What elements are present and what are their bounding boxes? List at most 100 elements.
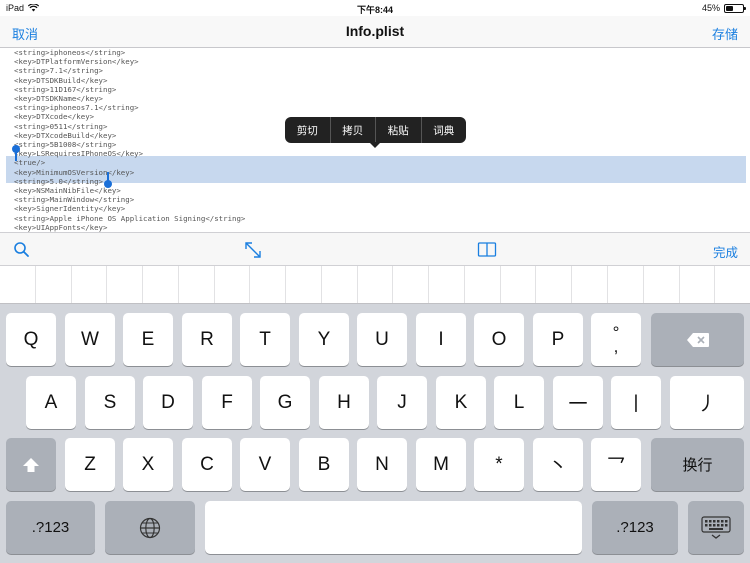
shift-arrow-icon	[23, 457, 39, 472]
candidate-slot[interactable]	[322, 266, 358, 303]
backspace-key[interactable]	[651, 313, 744, 366]
space-bar[interactable]	[205, 501, 582, 554]
key-stroke-pie[interactable]: 丿	[670, 376, 744, 429]
candidate-slot[interactable]	[36, 266, 72, 303]
copy-menu-item[interactable]: 拷贝	[331, 117, 376, 143]
key-degree-comma[interactable]: ° ,	[591, 313, 641, 366]
code-line: <string>5.0</string>	[14, 176, 103, 186]
key-d[interactable]: D	[143, 376, 193, 429]
keyboard: Q W E R T Y U I O P ° , A S D F G H J K …	[0, 304, 750, 563]
code-line: <key>DTSDKName</key>	[14, 94, 103, 103]
key-l[interactable]: L	[494, 376, 544, 429]
key-stroke-shu[interactable]: 丨	[611, 376, 661, 429]
candidate-slot[interactable]	[215, 266, 251, 303]
selection-end-handle[interactable]	[104, 172, 112, 188]
key-y[interactable]: Y	[299, 313, 349, 366]
key-o[interactable]: O	[474, 313, 524, 366]
search-icon[interactable]	[12, 240, 32, 260]
candidate-slot[interactable]	[179, 266, 215, 303]
key-w[interactable]: W	[65, 313, 115, 366]
battery-percent: 45%	[701, 3, 720, 13]
status-bar: iPad 下午8:44 45%	[0, 0, 750, 16]
code-line: <string>7.1</string>	[14, 66, 103, 76]
candidate-slot[interactable]	[250, 266, 287, 303]
candidate-slot[interactable]	[644, 266, 680, 303]
globe-key[interactable]	[105, 501, 195, 554]
battery-icon	[724, 3, 746, 13]
candidate-slot[interactable]	[286, 266, 322, 303]
cancel-button[interactable]: 取消	[12, 24, 38, 43]
globe-icon	[139, 517, 161, 538]
key-j[interactable]: J	[377, 376, 427, 429]
candidate-slot[interactable]	[358, 266, 394, 303]
selection-start-handle[interactable]	[12, 145, 20, 161]
key-u[interactable]: U	[357, 313, 407, 366]
code-line: <key>DTXcodeBuild</key>	[14, 130, 117, 140]
candidate-slot[interactable]	[107, 266, 144, 303]
key-stroke-zhe[interactable]: 乛	[591, 438, 641, 491]
key-r[interactable]: R	[182, 313, 232, 366]
done-button[interactable]: 完成	[713, 242, 738, 261]
shift-key[interactable]	[6, 438, 56, 491]
key-k[interactable]: K	[436, 376, 486, 429]
edit-context-menu: 剪切 拷贝 粘贴 词典	[285, 117, 467, 148]
key-asterisk[interactable]: *	[474, 438, 524, 491]
key-stroke-heng[interactable]: 一	[553, 376, 603, 429]
key-p[interactable]: P	[533, 313, 583, 366]
key-q[interactable]: Q	[6, 313, 56, 366]
code-line: <key>MinimumOSVersion</key>	[14, 167, 135, 177]
candidate-slot[interactable]	[143, 266, 179, 303]
battery-level	[726, 5, 734, 11]
candidate-slot[interactable]	[536, 266, 573, 303]
key-h[interactable]: H	[319, 376, 369, 429]
code-line: <true/>	[14, 158, 46, 168]
code-line: <key>DTPlatformVersion</key>	[14, 57, 139, 67]
key-x[interactable]: X	[123, 438, 173, 491]
key-t[interactable]: T	[240, 313, 290, 366]
numbers-key-right[interactable]: .?123	[592, 501, 678, 554]
save-button[interactable]: 存储	[712, 24, 738, 43]
key-z[interactable]: Z	[65, 438, 115, 491]
candidate-slot[interactable]	[72, 266, 108, 303]
page-title: Info.plist	[345, 23, 405, 39]
key-m[interactable]: M	[416, 438, 466, 491]
cut-menu-item[interactable]: 剪切	[285, 117, 331, 143]
candidate-slot[interactable]	[501, 266, 537, 303]
define-menu-item[interactable]: 词典	[422, 117, 467, 143]
dismiss-keyboard-key[interactable]	[688, 501, 744, 554]
keyboard-hide-icon	[701, 515, 731, 539]
code-line: <key>DTSDKBuild</key>	[14, 75, 108, 85]
candidate-slot[interactable]	[608, 266, 644, 303]
open-book-icon[interactable]	[477, 240, 497, 260]
code-line: <string>Apple iPhone OS Application Sign…	[14, 213, 246, 223]
key-e[interactable]: E	[123, 313, 173, 366]
candidate-slot[interactable]	[572, 266, 609, 303]
code-line: <string>iphoneos7.1</string>	[14, 103, 139, 113]
code-line: <key>DTXcode</key>	[14, 112, 95, 122]
candidate-slot[interactable]	[680, 266, 716, 303]
candidate-slot[interactable]	[0, 266, 36, 303]
key-b[interactable]: B	[299, 438, 349, 491]
code-line: <key>LSRequiresIPhoneOS</key>	[14, 149, 144, 159]
key-degree-comma-label: ° ,	[612, 322, 620, 356]
paste-menu-item[interactable]: 粘贴	[376, 117, 422, 143]
key-g[interactable]: G	[260, 376, 310, 429]
key-f[interactable]: F	[202, 376, 252, 429]
code-line: <string>0511</string>	[14, 121, 108, 131]
candidate-slot[interactable]	[393, 266, 430, 303]
expand-arrows-icon[interactable]	[243, 240, 263, 260]
key-stroke-dian[interactable]: 丶	[533, 438, 583, 491]
key-a[interactable]: A	[26, 376, 76, 429]
key-c[interactable]: C	[182, 438, 232, 491]
numbers-key-left[interactable]: .?123	[6, 501, 95, 554]
key-v[interactable]: V	[240, 438, 290, 491]
candidate-slot[interactable]	[715, 266, 750, 303]
key-n[interactable]: N	[357, 438, 407, 491]
key-i[interactable]: I	[416, 313, 466, 366]
candidate-slot[interactable]	[429, 266, 465, 303]
code-line: <string>iphoneos</string>	[14, 48, 126, 57]
key-s[interactable]: S	[85, 376, 135, 429]
return-key[interactable]: 换行	[651, 438, 744, 491]
candidate-slot[interactable]	[465, 266, 501, 303]
code-line: <key>SignerIdentity</key>	[14, 204, 126, 214]
